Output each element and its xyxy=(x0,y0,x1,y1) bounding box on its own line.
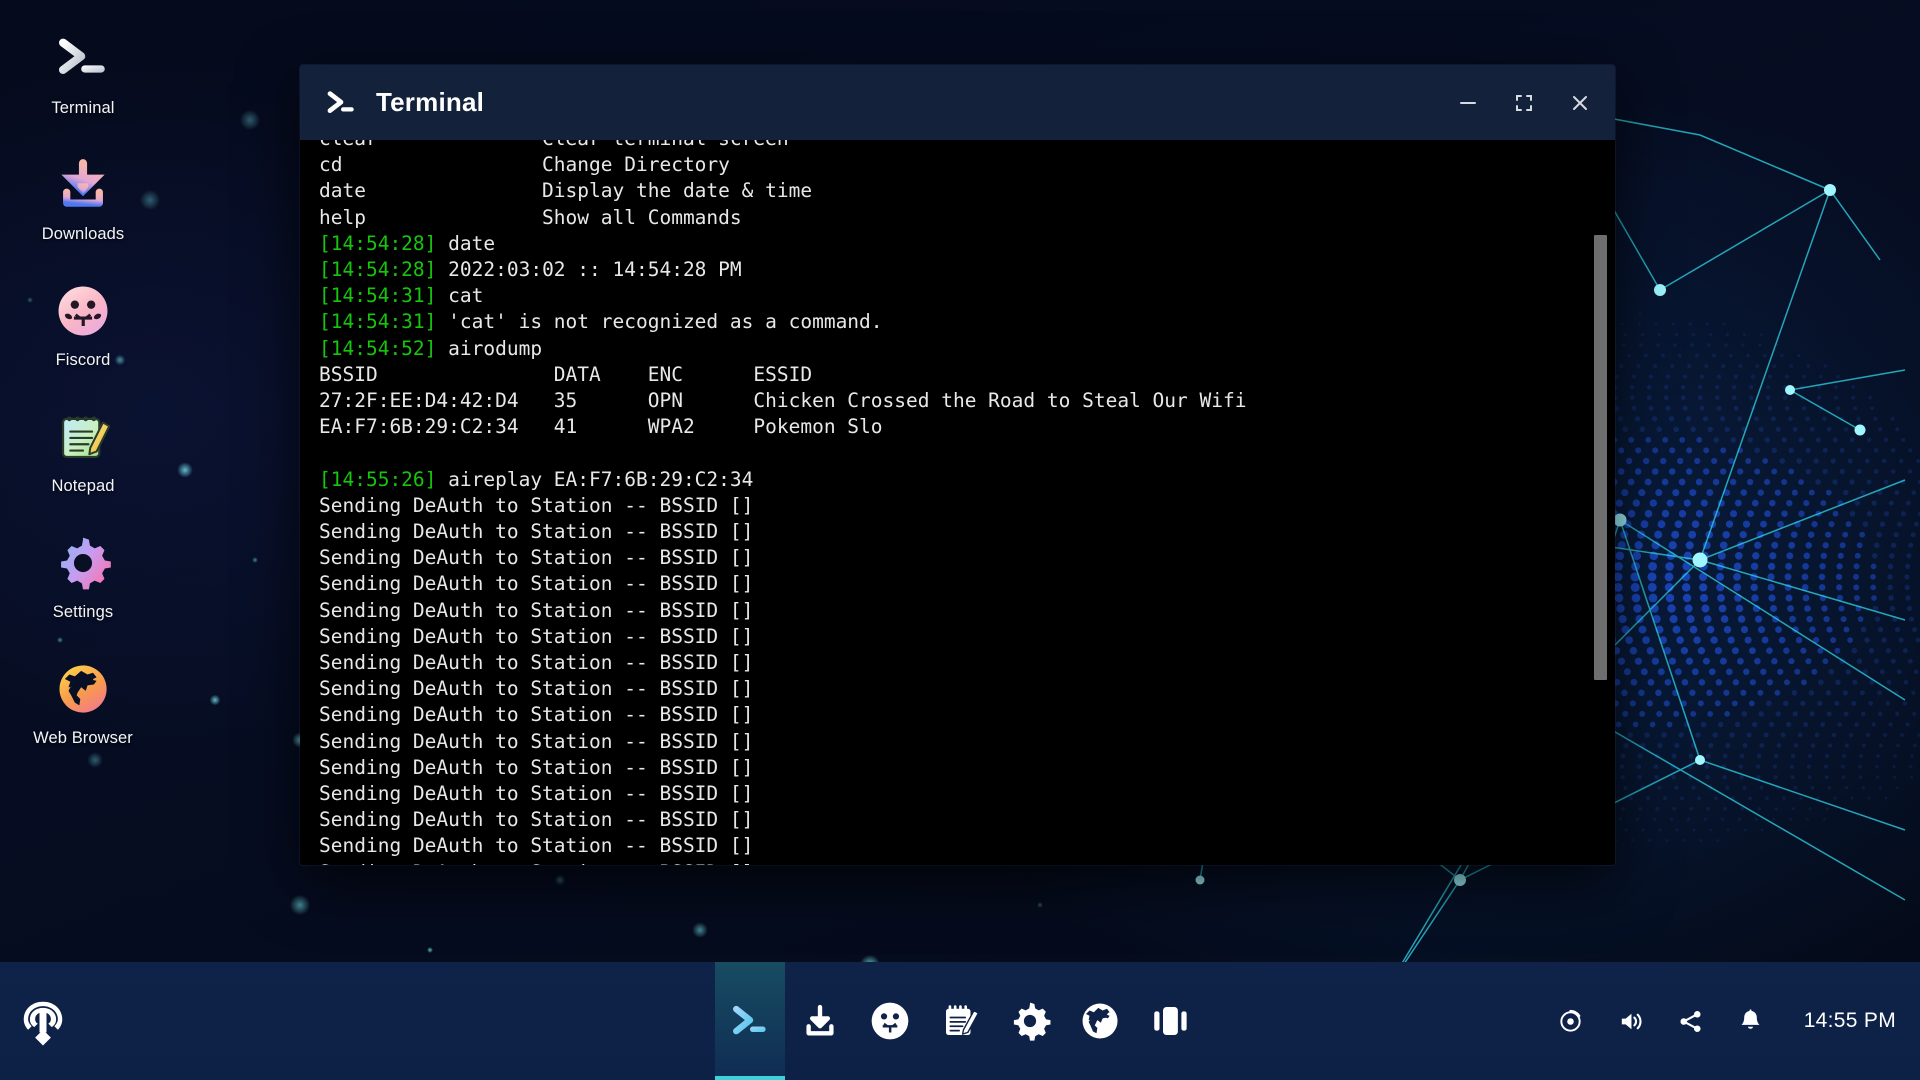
terminal-timestamp: [14:54:31] xyxy=(319,284,437,308)
terminal-output-area[interactable]: clear Clear terminal screencd Change Dir… xyxy=(300,140,1615,865)
window-controls xyxy=(1455,90,1593,116)
terminal-line: Sending DeAuth to Station -- BSSID [] xyxy=(319,834,754,858)
terminal-line: [14:54:31] cat xyxy=(319,284,484,308)
download-arrow-icon xyxy=(797,998,843,1044)
taskbar-app-list xyxy=(715,962,1205,1080)
terminal-line: Sending DeAuth to Station -- BSSID [] xyxy=(319,677,754,701)
task-view-icon xyxy=(1147,998,1193,1044)
terminal-titlebar[interactable]: Terminal xyxy=(300,65,1615,140)
terminal-line: 27:2F:EE:D4:42:D4 35 OPN Chicken Crossed… xyxy=(319,389,1247,413)
terminal-line: Sending DeAuth to Station -- BSSID [] xyxy=(319,860,1575,865)
terminal-line: BSSID DATA ENC ESSID xyxy=(319,362,813,386)
notification-bell-icon[interactable] xyxy=(1736,1006,1766,1036)
terminal-timestamp: [14:54:52] xyxy=(319,336,437,360)
terminal-line: [14:54:28] date xyxy=(319,231,496,255)
desktop-icon-label: Web Browser xyxy=(33,729,133,747)
terminal-line: Sending DeAuth to Station -- BSSID [] xyxy=(319,598,754,622)
desktop-icon-label: Settings xyxy=(52,603,114,621)
system-logo-icon[interactable] xyxy=(14,992,72,1050)
desktop-icon-label: Notepad xyxy=(51,477,115,495)
terminal-prompt-icon xyxy=(324,86,358,120)
desktop-icon-list: Terminal Downloads Fiscord Notepad Setti… xyxy=(0,22,166,754)
terminal-line: help Show all Commands xyxy=(319,205,742,229)
taskbar-app-downloads[interactable] xyxy=(785,962,855,1080)
terminal-line: Sending DeAuth to Station -- BSSID [] xyxy=(319,624,754,648)
minimize-icon[interactable] xyxy=(1455,90,1481,116)
taskbar-app-web-browser[interactable] xyxy=(1065,962,1135,1080)
terminal-line: Sending DeAuth to Station -- BSSID [] xyxy=(319,808,754,832)
terminal-line: [14:55:26] aireplay EA:F7:6B:29:C2:34 xyxy=(319,467,754,491)
terminal-lines: clear Clear terminal screencd Change Dir… xyxy=(300,140,1615,865)
desktop-icon-fiscord[interactable]: Fiscord xyxy=(8,274,158,376)
volume-icon[interactable] xyxy=(1616,1006,1646,1036)
desktop-icon-web-browser[interactable]: Web Browser xyxy=(8,652,158,754)
display-icon[interactable] xyxy=(1556,1006,1586,1036)
desktop[interactable]: Terminal Downloads Fiscord Notepad Setti… xyxy=(0,0,1920,1080)
desktop-icon-label: Terminal xyxy=(51,99,115,117)
notepad-pencil-icon xyxy=(52,406,114,468)
desktop-icon-downloads[interactable]: Downloads xyxy=(8,148,158,250)
taskbar-task-view[interactable] xyxy=(1135,962,1205,1080)
terminal-line: cd Change Directory xyxy=(319,153,730,177)
terminal-line: [14:54:28] 2022:03:02 :: 14:54:28 PM xyxy=(319,258,742,282)
taskbar-clock[interactable]: 14:55 PM xyxy=(1804,1009,1896,1033)
terminal-line: Sending DeAuth to Station -- BSSID [] xyxy=(319,755,754,779)
terminal-line: Sending DeAuth to Station -- BSSID [] xyxy=(319,572,754,596)
terminal-timestamp: [14:54:28] xyxy=(319,231,437,255)
desktop-icon-terminal[interactable]: Terminal xyxy=(8,22,158,124)
terminal-line: Sending DeAuth to Station -- BSSID [] xyxy=(319,651,754,675)
close-icon[interactable] xyxy=(1567,90,1593,116)
maximize-icon[interactable] xyxy=(1511,90,1537,116)
download-arrow-icon xyxy=(52,154,114,216)
taskbar[interactable]: 14:55 PM xyxy=(0,962,1920,1080)
taskbar-app-fiscord[interactable] xyxy=(855,962,925,1080)
desktop-icon-label: Downloads xyxy=(41,225,125,243)
gear-icon xyxy=(52,532,114,594)
terminal-line: [14:54:52] airodump xyxy=(319,336,543,360)
notepad-pencil-icon xyxy=(937,998,983,1044)
fiscord-face-icon xyxy=(52,280,114,342)
terminal-prompt-icon xyxy=(52,28,114,90)
terminal-line: Sending DeAuth to Station -- BSSID [] xyxy=(319,493,754,517)
terminal-scrollbar-thumb[interactable] xyxy=(1594,235,1607,680)
terminal-window[interactable]: Terminal cd Change Directory date Displa… xyxy=(300,65,1615,865)
desktop-icon-label: Fiscord xyxy=(55,351,111,369)
terminal-title: Terminal xyxy=(376,87,485,117)
system-tray: 14:55 PM xyxy=(1556,1006,1896,1036)
globe-icon xyxy=(1077,998,1123,1044)
terminal-line: Sending DeAuth to Station -- BSSID [] xyxy=(319,546,754,570)
terminal-line: Sending DeAuth to Station -- BSSID [] xyxy=(319,520,754,544)
terminal-line: EA:F7:6B:29:C2:34 41 WPA2 Pokemon Slo xyxy=(319,415,883,439)
globe-icon xyxy=(52,658,114,720)
share-icon[interactable] xyxy=(1676,1006,1706,1036)
taskbar-app-notepad[interactable] xyxy=(925,962,995,1080)
terminal-line: Sending DeAuth to Station -- BSSID [] xyxy=(319,782,754,806)
terminal-line: date Display the date & time xyxy=(319,179,813,203)
taskbar-app-settings[interactable] xyxy=(995,962,1065,1080)
terminal-line: clear Clear terminal screen xyxy=(319,140,1575,152)
fiscord-face-icon xyxy=(867,998,913,1044)
desktop-icon-notepad[interactable]: Notepad xyxy=(8,400,158,502)
gear-icon xyxy=(1007,998,1053,1044)
terminal-timestamp: [14:54:31] xyxy=(319,310,437,334)
taskbar-app-terminal[interactable] xyxy=(715,962,785,1080)
desktop-icon-settings[interactable]: Settings xyxy=(8,526,158,628)
terminal-line: [14:54:31] 'cat' is not recognized as a … xyxy=(319,310,883,334)
terminal-timestamp: [14:54:28] xyxy=(319,258,437,282)
terminal-timestamp: [14:55:26] xyxy=(319,467,437,491)
terminal-line: Sending DeAuth to Station -- BSSID [] xyxy=(319,703,754,727)
terminal-prompt-icon xyxy=(727,998,773,1044)
terminal-line: Sending DeAuth to Station -- BSSID [] xyxy=(319,729,754,753)
